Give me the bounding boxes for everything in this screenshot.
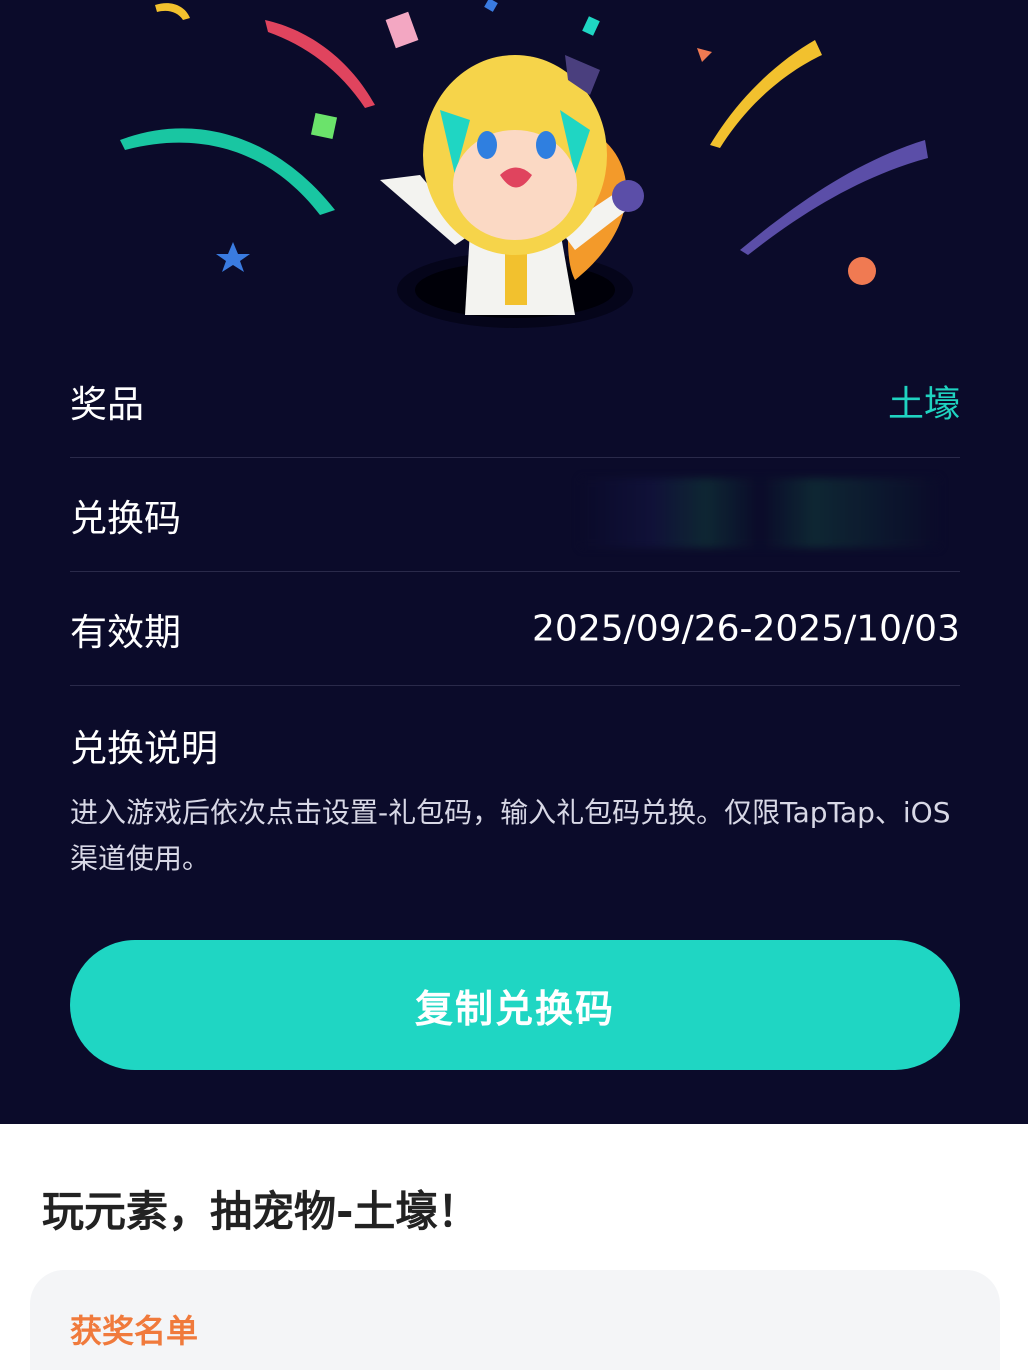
validity-label: 有效期 [70, 610, 181, 654]
confetti-orange-dot [848, 257, 876, 285]
validity-value: 2025/09/26-2025/10/03 [532, 608, 960, 649]
confetti-teal-chip [582, 16, 600, 36]
code-row: 兑换码 [70, 458, 960, 572]
confetti-green-ribbon [120, 128, 335, 215]
prize-value: 土壕 [887, 383, 960, 425]
confetti-green-square [310, 112, 338, 140]
confetti-pink-square [385, 11, 419, 49]
instructions-title: 兑换说明 [70, 727, 218, 770]
confetti-blue-star [216, 242, 250, 272]
winners-card[interactable]: 获奖名单 [30, 1270, 1000, 1370]
code-label: 兑换码 [70, 496, 181, 540]
confetti-yellow-ribbon [710, 40, 822, 148]
prize-row: 奖品 土壕 [70, 344, 960, 458]
validity-row: 有效期 2025/09/26-2025/10/03 [70, 572, 960, 686]
confetti-yellow-arc [155, 3, 190, 20]
confetti-purple-ribbon [740, 140, 928, 255]
winners-title: 获奖名单 [70, 1312, 199, 1350]
reward-card: 奖品 土壕 兑换码 有效期 2025/09/26-2025/10/03 兑换说明… [0, 0, 1028, 1124]
redeem-code-redacted [580, 478, 940, 548]
confetti-blue-chip [484, 0, 498, 12]
event-title: 玩元素，抽宠物-土壕！ [42, 1187, 480, 1236]
instructions-text: 进入游戏后依次点击设置-礼包码，输入礼包码兑换。仅限TapTap、iOS渠道使用… [70, 796, 951, 875]
confetti-orange-triangle [697, 48, 712, 62]
confetti-red-ribbon [265, 20, 375, 108]
celebration-illustration [120, 0, 928, 328]
copy-code-button[interactable]: 复制兑换码 [70, 940, 960, 1070]
prize-label: 奖品 [70, 382, 144, 426]
